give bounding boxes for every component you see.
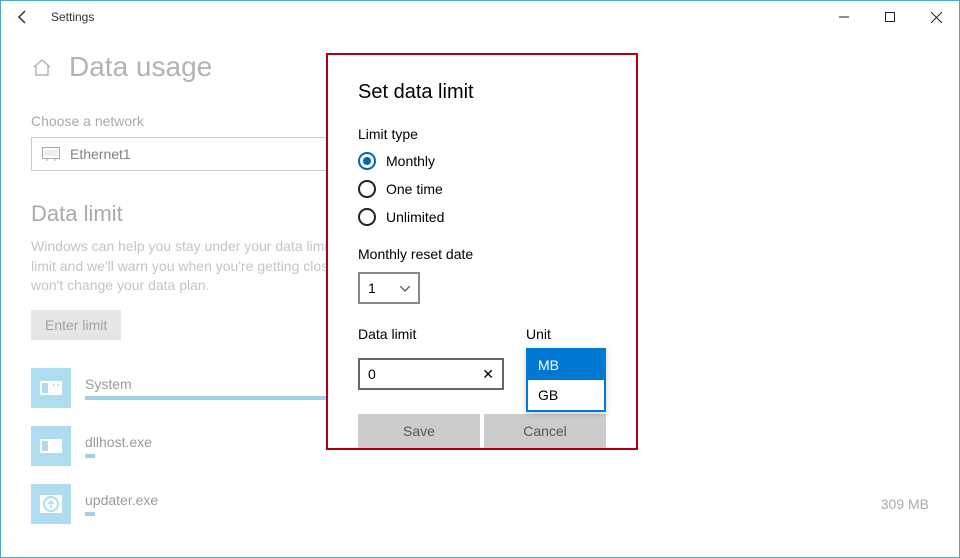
radio-label: Unlimited [386, 209, 444, 225]
unit-dropdown[interactable]: MB GB [526, 348, 606, 412]
home-icon[interactable] [31, 56, 53, 78]
data-limit-label: Data limit [358, 326, 504, 342]
limit-type-label: Limit type [358, 126, 606, 142]
reset-date-select[interactable]: 1 [358, 272, 420, 304]
window-title: Settings [51, 10, 94, 24]
radio-onetime[interactable]: One time [358, 180, 606, 198]
maximize-button[interactable] [867, 1, 913, 33]
unit-label: Unit [526, 326, 551, 342]
app-usage-value: 309 MB [881, 496, 929, 512]
app-icon [31, 426, 71, 466]
app-icon [31, 368, 71, 408]
usage-bar [85, 512, 95, 516]
radio-icon [358, 208, 376, 226]
dialog-title: Set data limit [358, 81, 606, 104]
radio-icon [358, 152, 376, 170]
minimize-button[interactable] [821, 1, 867, 33]
ethernet-icon [42, 147, 60, 161]
radio-monthly[interactable]: Monthly [358, 152, 606, 170]
limit-type-radio-group: Monthly One time Unlimited [358, 152, 606, 226]
usage-bar [85, 454, 95, 458]
dialog-buttons: Save Cancel [358, 414, 606, 448]
unit-option-mb[interactable]: MB [528, 350, 604, 380]
radio-label: Monthly [386, 153, 435, 169]
unit-option-gb[interactable]: GB [528, 380, 604, 410]
titlebar: Settings [1, 1, 959, 33]
page-title: Data usage [69, 51, 212, 83]
radio-icon [358, 180, 376, 198]
clear-input-button[interactable]: ✕ [482, 366, 494, 383]
back-button[interactable] [13, 7, 33, 27]
radio-label: One time [386, 181, 443, 197]
list-item: updater.exe 309 MB [31, 484, 929, 524]
cancel-button[interactable]: Cancel [484, 414, 606, 448]
chevron-down-icon [400, 279, 410, 297]
reset-date-label: Monthly reset date [358, 246, 606, 262]
network-value: Ethernet1 [70, 146, 131, 162]
app-name: updater.exe [85, 492, 867, 508]
reset-date-value: 1 [368, 280, 376, 296]
data-limit-value: 0 [368, 366, 376, 382]
save-button[interactable]: Save [358, 414, 480, 448]
set-data-limit-dialog: Set data limit Limit type Monthly One ti… [326, 53, 638, 450]
data-limit-input[interactable]: 0 ✕ [358, 358, 504, 390]
enter-limit-button[interactable]: Enter limit [31, 310, 121, 340]
window-controls [821, 1, 959, 33]
close-button[interactable] [913, 1, 959, 33]
radio-unlimited[interactable]: Unlimited [358, 208, 606, 226]
app-icon [31, 484, 71, 524]
